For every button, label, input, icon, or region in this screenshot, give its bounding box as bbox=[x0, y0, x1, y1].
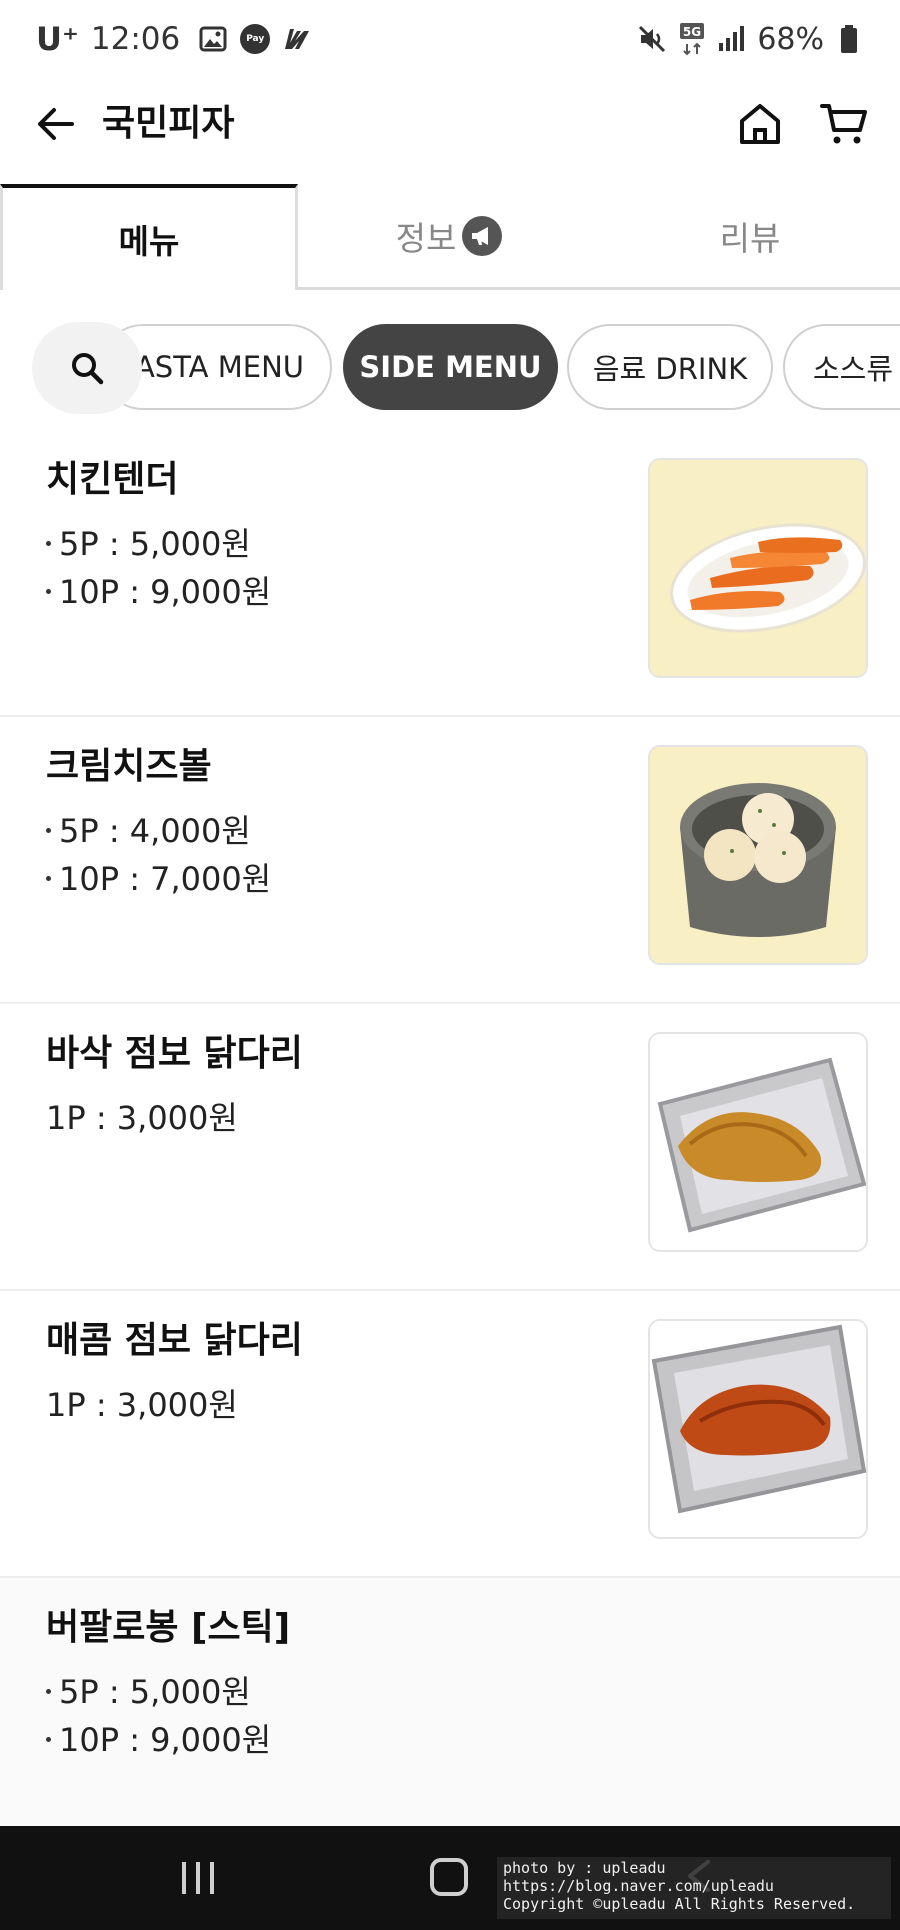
menu-item-name: 매콤 점보 닭다리 bbox=[46, 1320, 303, 1361]
bullet bbox=[46, 540, 51, 546]
category-chip-side[interactable]: SIDE MENU bbox=[343, 324, 558, 410]
menu-search-button[interactable] bbox=[32, 322, 142, 414]
menu-item-name: 버팔로봉 [스틱] bbox=[46, 1607, 291, 1648]
bullet bbox=[46, 1736, 51, 1742]
home-button[interactable] bbox=[734, 98, 786, 150]
photo-watermark: photo by : upleadu https://blog.naver.co… bbox=[497, 1857, 891, 1919]
mute-icon bbox=[637, 24, 667, 54]
menu-item-crispy-drumstick[interactable]: 바삭 점보 닭다리 1P : 3,000원 bbox=[0, 1004, 900, 1291]
menu-item-photo[interactable] bbox=[648, 458, 868, 678]
home-icon bbox=[740, 104, 780, 144]
home-nav-button[interactable] bbox=[430, 1858, 468, 1896]
carrier-label: U⁺ bbox=[36, 20, 79, 58]
menu-item-name: 치킨텐더 bbox=[46, 459, 179, 500]
menu-item-price: 5P : 5,000원 bbox=[59, 1673, 251, 1711]
menu-item-prices: 5P : 5,000원 10P : 9,000원 bbox=[46, 520, 271, 616]
menu-item-price: 10P : 9,000원 bbox=[59, 1721, 272, 1759]
status-bar: U⁺ 12:06 Pay 5G 68% bbox=[0, 0, 900, 78]
category-chip-label: 소스류 bbox=[813, 352, 894, 386]
signal-icon bbox=[717, 24, 747, 54]
cart-icon bbox=[820, 104, 867, 144]
tab-menu[interactable]: 메뉴 bbox=[0, 184, 298, 290]
gallery-notification-icon bbox=[198, 24, 228, 54]
battery-icon bbox=[834, 24, 864, 54]
clock: 12:06 bbox=[90, 21, 181, 57]
menu-item-photo[interactable] bbox=[648, 745, 868, 965]
menu-list: 치킨텐더 5P : 5,000원 10P : 9,000원 크림치즈볼 5P :… bbox=[0, 430, 900, 1930]
tab-bar: 메뉴 정보 리뷰 bbox=[0, 184, 900, 290]
megaphone-icon bbox=[462, 215, 503, 256]
app-notification-icon bbox=[282, 24, 312, 54]
menu-item-price: 1P : 3,000원 bbox=[46, 1099, 238, 1137]
network-5g-icon: 5G bbox=[677, 23, 707, 56]
cart-button[interactable] bbox=[818, 98, 870, 150]
category-chip-label: ASTA MENU bbox=[134, 350, 304, 384]
status-bar-left: U⁺ 12:06 Pay bbox=[36, 18, 312, 60]
menu-item-chicken-tenders[interactable]: 치킨텐더 5P : 5,000원 10P : 9,000원 bbox=[0, 430, 900, 717]
recent-apps-icon bbox=[182, 1862, 214, 1894]
menu-item-prices: 1P : 3,000원 bbox=[46, 1381, 238, 1429]
menu-item-price: 5P : 4,000원 bbox=[59, 812, 251, 850]
search-icon bbox=[72, 353, 104, 385]
menu-item-price: 1P : 3,000원 bbox=[46, 1386, 238, 1424]
watermark-line: Copyright ©upleadu All Rights Reserved. bbox=[503, 1895, 856, 1913]
store-title: 국민피자 bbox=[102, 103, 235, 144]
tab-menu-label: 메뉴 bbox=[118, 222, 180, 261]
menu-item-cream-cheese-balls[interactable]: 크림치즈볼 5P : 4,000원 10P : 7,000원 bbox=[0, 717, 900, 1004]
category-chip-label: 음료 DRINK bbox=[592, 352, 748, 386]
bullet bbox=[46, 827, 51, 833]
watermark-line: photo by : upleadu bbox=[503, 1859, 666, 1877]
menu-item-prices: 5P : 4,000원 10P : 7,000원 bbox=[46, 807, 271, 903]
category-chip-label: SIDE MENU bbox=[359, 350, 542, 384]
menu-item-photo[interactable] bbox=[648, 1032, 868, 1252]
back-button[interactable] bbox=[30, 98, 82, 150]
menu-item-name: 크림치즈볼 bbox=[46, 746, 212, 787]
menu-item-price: 10P : 7,000원 bbox=[59, 860, 272, 898]
pay-notification-icon: Pay bbox=[240, 24, 271, 54]
watermark-line: https://blog.naver.com/upleadu bbox=[503, 1877, 774, 1895]
menu-item-photo[interactable] bbox=[648, 1319, 868, 1539]
menu-item-name: 바삭 점보 닭다리 bbox=[46, 1033, 303, 1074]
menu-item-price: 5P : 5,000원 bbox=[59, 525, 251, 563]
bullet bbox=[46, 588, 51, 594]
menu-item-spicy-drumstick[interactable]: 매콤 점보 닭다리 1P : 3,000원 bbox=[0, 1291, 900, 1578]
tab-info-label: 정보 bbox=[395, 218, 457, 258]
recent-apps-button[interactable] bbox=[178, 1860, 218, 1896]
category-chip-drink[interactable]: 음료 DRINK bbox=[567, 324, 773, 410]
tab-review[interactable]: 리뷰 bbox=[600, 184, 900, 287]
status-bar-right: 5G 68% bbox=[637, 18, 864, 60]
bullet bbox=[46, 1688, 51, 1694]
tab-review-label: 리뷰 bbox=[719, 218, 781, 258]
category-chip-bar[interactable]: ASTA MENU SIDE MENU 음료 DRINK 소스류 bbox=[0, 316, 900, 416]
network-type-label: 5G bbox=[683, 25, 701, 39]
menu-item-prices: 1P : 3,000원 bbox=[46, 1094, 238, 1142]
bullet bbox=[46, 875, 51, 881]
battery-percent: 68% bbox=[757, 21, 824, 57]
menu-item-prices: 5P : 5,000원 10P : 9,000원 bbox=[46, 1668, 271, 1764]
category-chip-sauce[interactable]: 소스류 bbox=[783, 324, 900, 410]
menu-item-price: 10P : 9,000원 bbox=[59, 573, 272, 611]
tab-info[interactable]: 정보 bbox=[298, 184, 600, 287]
app-bar: 국민피자 bbox=[0, 78, 900, 170]
arrow-left-icon bbox=[38, 108, 74, 140]
